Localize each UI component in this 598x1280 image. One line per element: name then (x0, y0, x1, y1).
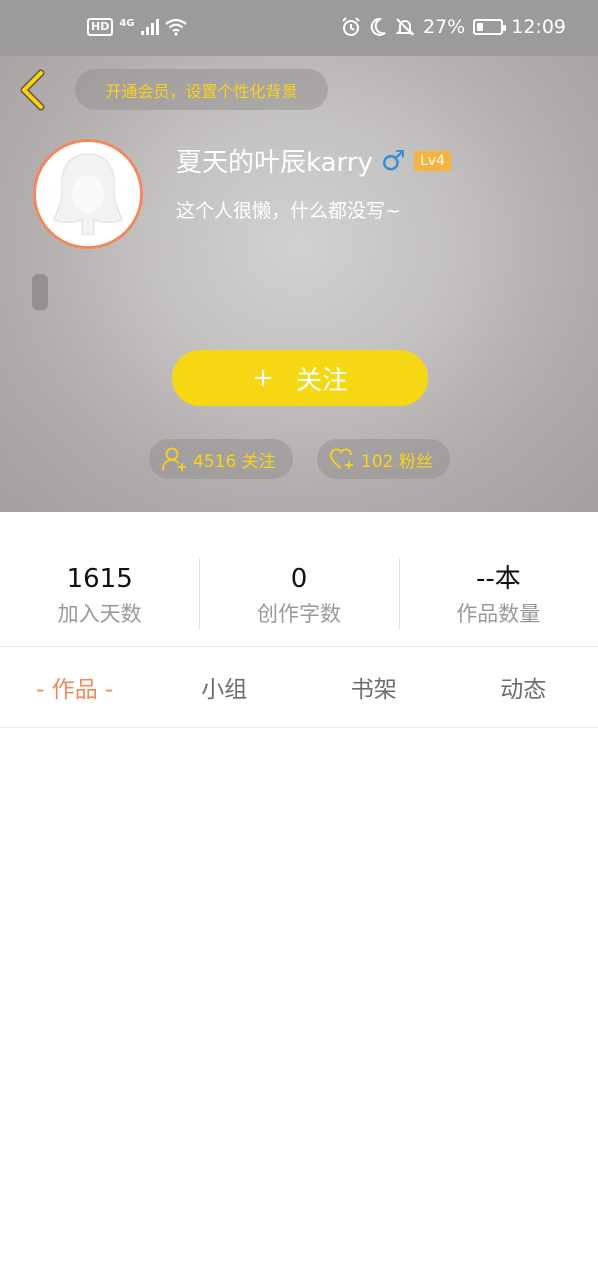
chevron-left-icon (20, 69, 45, 111)
level-badge: Lv4 (413, 150, 451, 171)
default-avatar-icon (36, 142, 140, 246)
bio: 这个人很懒，什么都没写~ (176, 200, 401, 222)
following-count: 4516 关注 (193, 451, 276, 472)
follow-button[interactable]: + 关注 (172, 350, 428, 406)
avatar[interactable] (33, 139, 143, 249)
stat-label: 加入天数 (57, 602, 142, 626)
stat-word-count: 0 创作字数 (199, 546, 398, 646)
stats-row: 1615 加入天数 0 创作字数 --本 作品数量 (0, 546, 598, 646)
stat-label: 作品数量 (456, 602, 541, 626)
mute-bell-icon (395, 18, 415, 36)
heart-plus-icon (330, 448, 353, 469)
following-count-button[interactable]: 4516 关注 (149, 439, 293, 479)
stat-value: --本 (475, 564, 521, 594)
back-button[interactable] (14, 68, 50, 112)
divider (0, 727, 598, 728)
user-plus-icon (162, 447, 186, 471)
battery-fill (477, 23, 484, 31)
fans-count: 102 粉丝 (361, 451, 433, 472)
tab-activity[interactable]: 动态 (449, 647, 598, 727)
username-row: 夏天的叶辰karry ♂ Lv4 (176, 142, 451, 179)
clock: 12:09 (511, 16, 566, 38)
male-icon: ♂ (380, 143, 406, 177)
tab-works[interactable]: - 作品 - (0, 647, 150, 727)
stat-works-count: --本 作品数量 (398, 546, 598, 646)
status-right: 27% 12:09 (341, 16, 566, 38)
vip-background-banner[interactable]: 开通会员，设置个性化背景 (75, 69, 328, 110)
battery-icon (473, 19, 507, 35)
profile-header: HD 4G 27% 12:09 开通会员，设置个性化背景 夏天的叶辰karry … (0, 0, 598, 512)
side-handle[interactable] (32, 274, 48, 310)
follow-label: 关注 (295, 365, 348, 396)
signal-icon (140, 19, 159, 35)
status-left: HD 4G (87, 18, 187, 36)
fans-count-button[interactable]: 102 粉丝 (317, 439, 450, 479)
plus-icon: + (252, 363, 274, 393)
moon-icon (370, 17, 386, 36)
alarm-icon (342, 17, 360, 36)
network-type: 4G (119, 17, 135, 29)
stat-value: 0 (290, 564, 308, 594)
wifi-icon (164, 18, 187, 36)
stat-value: 1615 (66, 564, 133, 594)
profile-tabs: - 作品 - 小组 书架 动态 (0, 647, 598, 727)
battery-percent: 27% (423, 16, 466, 38)
status-bar: HD 4G 27% 12:09 (0, 0, 598, 56)
stat-join-days: 1615 加入天数 (0, 546, 199, 646)
hd-icon: HD (87, 18, 114, 36)
tab-bookshelf[interactable]: 书架 (299, 647, 449, 727)
tab-groups[interactable]: 小组 (150, 647, 300, 727)
username: 夏天的叶辰karry (176, 148, 373, 178)
stat-label: 创作字数 (256, 602, 341, 626)
